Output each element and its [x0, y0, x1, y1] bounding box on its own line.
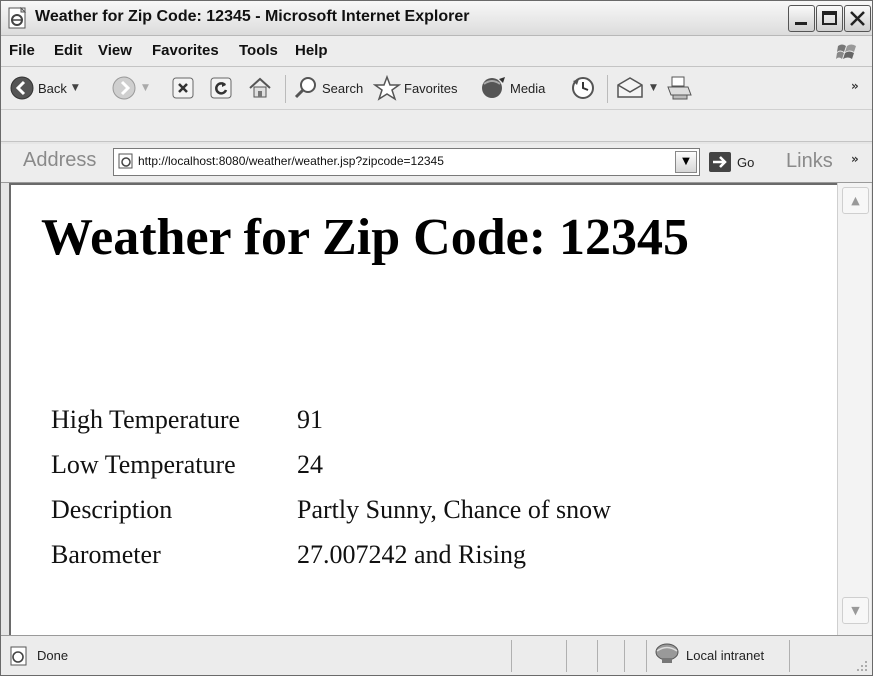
status-bar: Done Local intranet	[1, 635, 872, 675]
title-bar[interactable]: Weather for Zip Code: 12345 - Microsoft …	[1, 1, 872, 36]
address-input[interactable]: http://localhost:8080/weather/weather.js…	[113, 148, 700, 176]
chevron-down-icon: ▼	[851, 604, 860, 617]
menu-view[interactable]: View	[98, 42, 132, 59]
star-icon	[373, 75, 401, 101]
maximize-icon	[822, 11, 837, 25]
chevron-up-icon: ▲	[851, 194, 860, 207]
table-row: Barometer 27.007242 and Rising	[47, 532, 615, 577]
search-label: Search	[322, 80, 364, 96]
status-text: Done	[37, 648, 69, 663]
search-icon	[294, 77, 316, 99]
menu-bar: File Edit View Favorites Tools Help	[1, 36, 872, 67]
status-divider	[597, 640, 598, 672]
browser-window: Weather for Zip Code: 12345 - Microsoft …	[0, 0, 873, 676]
window-title: Weather for Zip Code: 12345 - Microsoft …	[35, 8, 470, 25]
row-value: 91	[297, 404, 323, 434]
address-label: Address	[23, 149, 97, 171]
minimize-button[interactable]	[788, 5, 815, 32]
print-button[interactable]	[665, 73, 693, 103]
vertical-scrollbar[interactable]: ▲ ▼	[837, 183, 871, 635]
menu-file[interactable]: File	[9, 42, 35, 59]
address-url[interactable]: http://localhost:8080/weather/weather.js…	[138, 154, 444, 168]
chevron-down-icon: ▼	[682, 156, 690, 167]
mail-dropdown-icon[interactable]: ▼	[650, 83, 657, 93]
status-divider	[624, 640, 625, 672]
local-intranet-icon	[655, 643, 679, 663]
scroll-up-button[interactable]: ▲	[842, 187, 869, 214]
go-arrow-icon	[709, 152, 731, 172]
mail-button[interactable]: ▼	[615, 73, 657, 103]
row-label: Low Temperature	[51, 449, 236, 479]
row-value: 27.007242 and Rising	[297, 539, 526, 569]
favorites-label: Favorites	[404, 80, 458, 96]
menu-tools[interactable]: Tools	[239, 42, 278, 59]
page-title: Weather for Zip Code: 12345	[41, 209, 690, 266]
minimize-icon	[795, 22, 807, 25]
windows-logo-icon	[836, 44, 856, 59]
stop-button[interactable]	[171, 73, 195, 103]
ie-page-icon	[10, 646, 27, 666]
address-dropdown-button[interactable]: ▼	[675, 151, 697, 173]
print-icon	[667, 76, 692, 100]
row-label: High Temperature	[51, 404, 241, 434]
go-button[interactable]: Go	[709, 152, 754, 172]
table-row: Description Partly Sunny, Chance of snow	[47, 487, 615, 532]
mail-icon	[617, 77, 643, 98]
resize-grip-icon[interactable]	[854, 658, 868, 672]
forward-dropdown-icon[interactable]: ▼	[142, 83, 149, 93]
table-row: High Temperature 91	[47, 397, 615, 442]
back-button[interactable]: Back ▼	[9, 73, 79, 103]
table-row: Low Temperature 24	[47, 442, 615, 487]
menu-edit[interactable]: Edit	[54, 42, 82, 59]
close-icon	[850, 11, 865, 26]
page-content: Weather for Zip Code: 12345 High Tempera…	[9, 183, 837, 635]
status-divider	[566, 640, 567, 672]
status-divider	[646, 640, 647, 672]
back-arrow-icon	[10, 76, 34, 100]
maximize-button[interactable]	[816, 5, 843, 32]
stop-icon	[172, 77, 194, 99]
back-label: Back	[38, 80, 67, 96]
status-divider	[789, 640, 790, 672]
go-label: Go	[737, 154, 755, 170]
back-dropdown-icon[interactable]: ▼	[72, 83, 79, 93]
menu-help[interactable]: Help	[295, 42, 328, 59]
toolbar-separator	[607, 75, 608, 103]
weather-table: High Temperature 91 Low Temperature 24 D…	[47, 397, 615, 577]
search-button[interactable]: Search	[293, 73, 363, 103]
ie-page-icon	[118, 153, 133, 169]
links-label[interactable]: Links	[786, 150, 833, 173]
forward-button[interactable]: ▼	[111, 73, 149, 103]
row-value: Partly Sunny, Chance of snow	[297, 494, 611, 524]
refresh-icon	[210, 77, 232, 99]
history-icon	[572, 77, 594, 99]
ie-page-icon	[8, 7, 27, 29]
row-value: 24	[297, 449, 323, 479]
address-bar: Address http://localhost:8080/weather/we…	[1, 144, 872, 183]
zone-text: Local intranet	[686, 648, 765, 663]
close-button[interactable]	[844, 5, 871, 32]
toolbar-overflow-icon[interactable]: »	[851, 79, 859, 93]
toolbar-separator	[285, 75, 286, 103]
toolbar-row: Back ▼ ▼ Search Favorites Media ▼ »	[1, 67, 872, 110]
forward-arrow-icon	[112, 76, 136, 100]
favorites-button[interactable]: Favorites	[373, 73, 457, 103]
home-button[interactable]	[247, 73, 273, 103]
refresh-button[interactable]	[209, 73, 233, 103]
media-button[interactable]: Media	[479, 73, 545, 103]
menu-favorites[interactable]: Favorites	[152, 42, 219, 59]
scroll-down-button[interactable]: ▼	[842, 597, 869, 624]
media-icon	[482, 77, 505, 98]
standard-toolbar: Back ▼ ▼ Search Favorites Media ▼ »	[1, 67, 872, 142]
status-divider	[511, 640, 512, 672]
row-label: Description	[51, 494, 173, 524]
home-icon	[249, 77, 271, 98]
row-label: Barometer	[51, 539, 161, 569]
links-overflow-icon[interactable]: »	[851, 152, 859, 166]
history-button[interactable]	[569, 73, 597, 103]
media-label: Media	[510, 80, 546, 96]
